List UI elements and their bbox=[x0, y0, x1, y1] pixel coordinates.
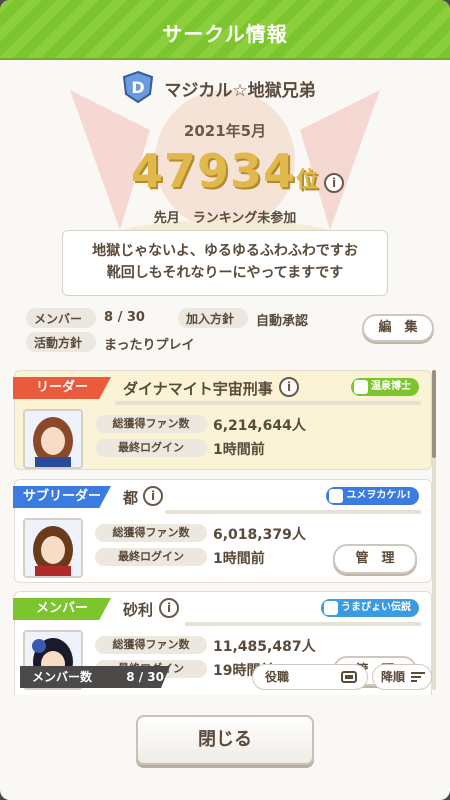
dialog-title: サークル情報 bbox=[162, 22, 288, 46]
sort-order-label: 降順 bbox=[381, 670, 406, 684]
close-button[interactable]: 閉じる bbox=[136, 715, 314, 765]
role-tag: サブリーダー bbox=[13, 486, 111, 508]
circle-description: 地獄じゃないよ、ゆるゆるふわふわですお 靴回しもそれなりーにやってますです bbox=[62, 230, 388, 296]
activity-policy-value: まったりプレイ bbox=[104, 338, 195, 353]
member-count-bar: メンバー数 8 / 30 bbox=[20, 666, 170, 688]
fans-label: 総獲得ファン数 bbox=[95, 636, 207, 654]
ranking-number-value: 47934 bbox=[130, 144, 297, 198]
last-login-value: 1時間前 bbox=[213, 551, 265, 567]
member-label: メンバー bbox=[26, 308, 96, 328]
member-name: 都 bbox=[123, 489, 139, 507]
fans-label: 総獲得ファン数 bbox=[95, 524, 207, 542]
fans-value: 6,018,379人 bbox=[213, 527, 306, 543]
member-info-icon[interactable]: i bbox=[279, 377, 299, 397]
sort-by-role-button[interactable]: 役職 bbox=[252, 664, 368, 690]
fans-value: 11,485,487人 bbox=[213, 639, 316, 655]
sort-order-button[interactable]: 降順 bbox=[372, 664, 432, 690]
background: サークル情報 D マジカル☆地獄兄弟 2021年5月 47934位 i 先月 ラ… bbox=[0, 0, 450, 800]
sort-role-label: 役職 bbox=[265, 670, 290, 684]
character-portrait-icon bbox=[25, 520, 81, 576]
badge-icon bbox=[329, 489, 344, 503]
divider bbox=[165, 510, 421, 514]
description-line: 靴回しもそれなりーにやってますです bbox=[106, 265, 344, 281]
member-value: 8 / 30 bbox=[104, 310, 145, 325]
member-card[interactable]: リーダー ダイナマイト宇宙刑事 i 温泉博士 総獲得ファン数 6,214,644… bbox=[13, 370, 432, 470]
badge-label: うまぴょい伝説 bbox=[341, 602, 411, 613]
description-line: 地獄じゃないよ、ゆるゆるふわふわですお bbox=[92, 243, 358, 259]
member-name: ダイナマイト宇宙刑事 bbox=[123, 380, 273, 398]
manage-button[interactable]: 管 理 bbox=[333, 544, 417, 574]
last-login-label: 最終ログイン bbox=[95, 548, 207, 566]
member-list-scrollbar[interactable] bbox=[432, 370, 436, 690]
ranking-info-icon[interactable]: i bbox=[324, 173, 344, 193]
ranking-number: 47934位 bbox=[100, 144, 350, 198]
fans-label: 総獲得ファン数 bbox=[95, 415, 207, 433]
member-count-value: 8 / 30 bbox=[126, 670, 164, 684]
divider bbox=[115, 401, 421, 405]
title-badge: ユメヲカケル! bbox=[326, 487, 419, 505]
member-count-label: メンバー数 bbox=[32, 670, 93, 684]
character-portrait-icon bbox=[25, 411, 81, 467]
member-info-icon[interactable]: i bbox=[143, 486, 163, 506]
join-policy-value: 自動承認 bbox=[256, 314, 309, 329]
dialog-header: サークル情報 bbox=[0, 0, 450, 60]
edit-button[interactable]: 編 集 bbox=[362, 314, 434, 342]
window-icon bbox=[341, 671, 357, 683]
member-info-icon[interactable]: i bbox=[159, 598, 179, 618]
role-tag: リーダー bbox=[13, 377, 111, 399]
member-name: 砂利 bbox=[123, 601, 154, 619]
member-list[interactable]: リーダー ダイナマイト宇宙刑事 i 温泉博士 総獲得ファン数 6,214,644… bbox=[12, 365, 438, 695]
badge-label: ユメヲカケル! bbox=[346, 490, 411, 501]
ranking-subtitle: 先月 ランキング未参加 bbox=[153, 211, 297, 226]
title-badge: うまぴょい伝説 bbox=[321, 599, 419, 617]
last-login-value: 1時間前 bbox=[213, 442, 265, 458]
last-login-label: 最終ログイン bbox=[95, 439, 207, 457]
circle-info-dialog: サークル情報 D マジカル☆地獄兄弟 2021年5月 47934位 i 先月 ラ… bbox=[0, 0, 450, 800]
badge-icon bbox=[354, 380, 368, 394]
activity-policy-label: 活動方針 bbox=[26, 332, 96, 352]
avatar bbox=[23, 409, 83, 469]
ranking-month: 2021年5月 bbox=[183, 122, 267, 140]
scrollbar-thumb[interactable] bbox=[432, 370, 436, 458]
member-card[interactable]: サブリーダー 都 i ユメヲカケル! 総獲得ファン数 6,018,379人 最終… bbox=[13, 479, 432, 583]
join-policy-label: 加入方針 bbox=[178, 308, 248, 328]
fans-value: 6,214,644人 bbox=[213, 418, 306, 434]
badge-label: 温泉博士 bbox=[371, 381, 411, 392]
avatar bbox=[23, 518, 83, 578]
sort-lines-icon bbox=[411, 672, 425, 682]
circle-name: マジカル☆地獄兄弟 bbox=[164, 81, 316, 101]
title-badge: 温泉博士 bbox=[351, 378, 419, 396]
divider bbox=[185, 622, 421, 626]
badge-icon bbox=[324, 601, 338, 615]
role-tag: メンバー bbox=[13, 598, 111, 620]
ranking-unit: 位 bbox=[296, 168, 320, 193]
